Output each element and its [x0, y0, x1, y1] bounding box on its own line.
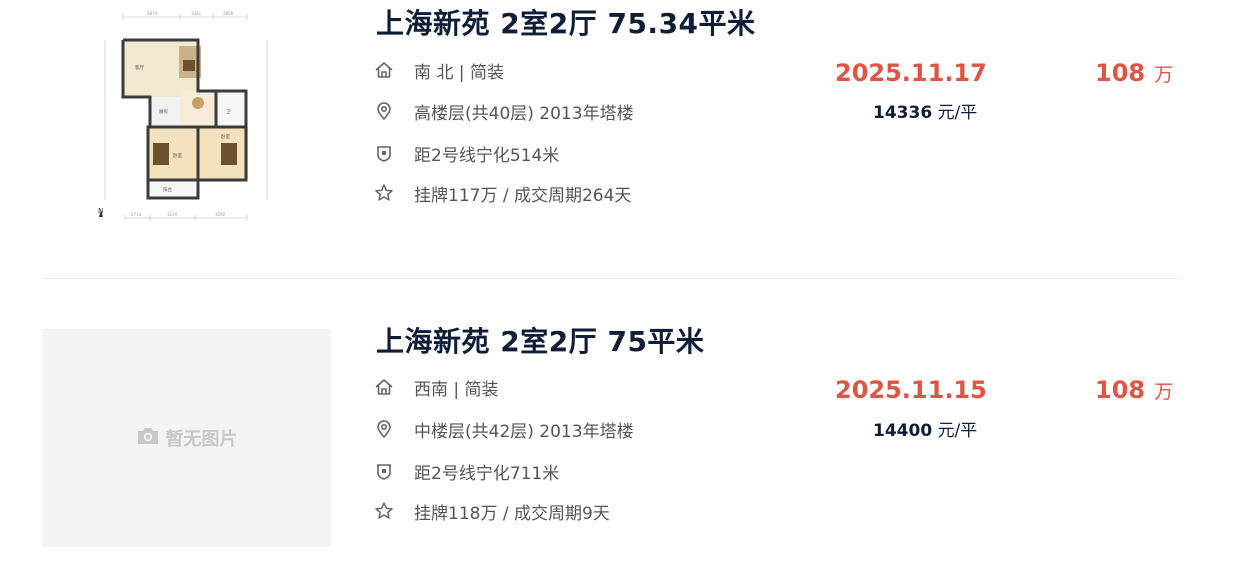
subway-row: 距2号线宁化514米 — [374, 140, 559, 166]
listing-title[interactable]: 上海新苑 2室2厅 75平米 — [376, 324, 704, 360]
unit-price: 14336 元/平 — [873, 102, 977, 124]
svg-text:1714: 1714 — [131, 212, 142, 217]
deal-date: 2025.11.17 — [835, 59, 987, 87]
unit-price-unit: 元/平 — [937, 103, 978, 123]
unit-price: 14400 元/平 — [873, 420, 977, 442]
no-image-placeholder: 暂无图片 — [42, 329, 331, 547]
svg-text:3219: 3219 — [167, 212, 178, 217]
listing-cycle-text: 挂牌118万 / 成交周期9天 — [414, 503, 610, 524]
listing-cycle-row: 挂牌117万 / 成交周期264天 — [374, 180, 631, 206]
svg-text:卧室: 卧室 — [221, 133, 230, 140]
svg-text:3292: 3292 — [215, 212, 226, 217]
floor-year-text: 高楼层(共40层) 2013年塔楼 — [414, 103, 634, 124]
floor-year-row: 中楼层(共42层) 2013年塔楼 — [374, 416, 634, 442]
camera-icon — [136, 426, 166, 451]
total-price: 108 万 — [1095, 375, 1173, 408]
svg-text:2856: 2856 — [223, 11, 234, 16]
listing-item-2: 暂无图片 上海新苑 2室2厅 75平米 西南 | 简装 中楼层(共42层) 20… — [0, 279, 1250, 575]
svg-text:卫: 卫 — [226, 109, 231, 115]
svg-text:1341: 1341 — [191, 11, 202, 16]
unit-price-unit: 元/平 — [937, 421, 978, 441]
star-icon — [374, 183, 394, 203]
house-icon — [374, 60, 394, 80]
orientation-decoration-row: 西南 | 简装 — [374, 374, 499, 400]
floor-year-text: 中楼层(共42层) 2013年塔楼 — [414, 421, 634, 442]
floor-plan-image: 4870 1341 2856 1714 3219 3292 客厅 厨房 卫 卧室… — [98, 11, 268, 221]
svg-text:厨房: 厨房 — [159, 108, 168, 115]
location-pin-icon — [374, 419, 394, 439]
total-price-unit: 万 — [1154, 381, 1174, 403]
house-icon — [374, 377, 394, 397]
listing-item-1: 4870 1341 2856 1714 3219 3292 客厅 厨房 卫 卧室… — [0, 0, 1250, 278]
subway-row: 距2号线宁化711米 — [374, 458, 559, 484]
listing-title[interactable]: 上海新苑 2室2厅 75.34平米 — [376, 6, 756, 42]
total-price-unit: 万 — [1154, 64, 1174, 86]
subway-text: 距2号线宁化711米 — [414, 463, 560, 484]
listing-thumbnail-placeholder[interactable]: 暂无图片 — [42, 329, 331, 547]
svg-text:客厅: 客厅 — [135, 64, 144, 71]
orientation-decoration-text: 西南 | 简装 — [414, 379, 499, 400]
unit-price-value: 14336 — [873, 103, 933, 123]
no-image-text: 暂无图片 — [165, 429, 238, 450]
svg-text:4870: 4870 — [147, 11, 158, 16]
orientation-decoration-text: 南 北 | 简装 — [414, 62, 504, 83]
floor-year-row: 高楼层(共40层) 2013年塔楼 — [374, 98, 634, 124]
svg-text:阳台: 阳台 — [163, 186, 172, 193]
total-price: 108 万 — [1095, 58, 1173, 91]
subway-shield-icon — [374, 143, 394, 163]
total-price-value: 108 — [1095, 376, 1146, 404]
total-price-value: 108 — [1095, 59, 1146, 87]
location-pin-icon — [374, 101, 394, 121]
deal-date: 2025.11.15 — [835, 376, 987, 404]
svg-text:卧室: 卧室 — [173, 152, 182, 159]
subway-shield-icon — [374, 461, 394, 481]
orientation-decoration-row: 南 北 | 简装 — [374, 57, 504, 83]
listing-cycle-text: 挂牌117万 / 成交周期264天 — [414, 185, 632, 206]
listing-cycle-row: 挂牌118万 / 成交周期9天 — [374, 498, 610, 524]
unit-price-value: 14400 — [873, 421, 933, 441]
star-icon — [374, 501, 394, 521]
subway-text: 距2号线宁化514米 — [414, 145, 560, 166]
listing-thumbnail-floor-plan[interactable]: 4870 1341 2856 1714 3219 3292 客厅 厨房 卫 卧室… — [95, 5, 275, 225]
